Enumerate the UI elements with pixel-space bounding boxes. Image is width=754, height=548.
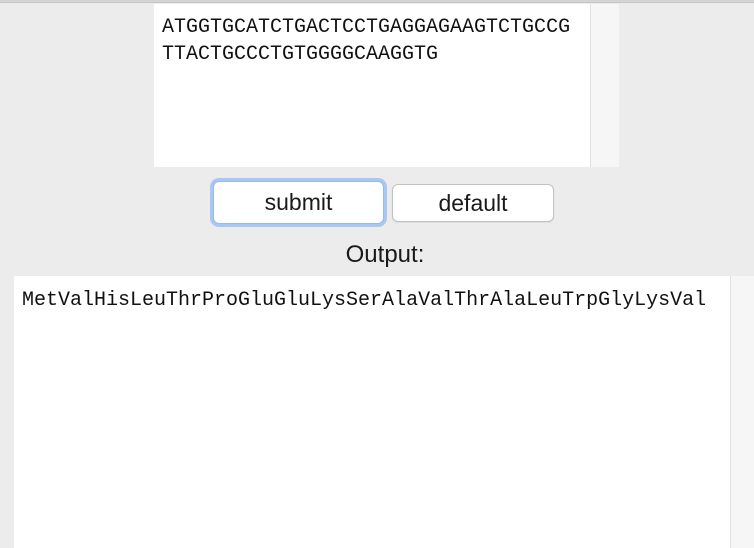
sequence-input-field[interactable]: ATGGTGCATCTGACTCCTGAGGAGAAGTCTGCCGTTACTG… <box>154 4 590 167</box>
submit-button-label: submit <box>264 189 333 215</box>
input-scrollbar[interactable] <box>590 4 619 167</box>
default-button-label: default <box>438 189 508 216</box>
default-button[interactable]: default <box>392 184 554 222</box>
output-label: Output: <box>345 241 425 268</box>
output-text-area[interactable]: MetValHisLeuThrProGluGluLysSerAlaValThrA… <box>14 276 730 548</box>
submit-button[interactable]: submit <box>213 181 384 224</box>
window-top-edge <box>0 0 754 3</box>
output-scrollbar[interactable] <box>730 276 754 548</box>
